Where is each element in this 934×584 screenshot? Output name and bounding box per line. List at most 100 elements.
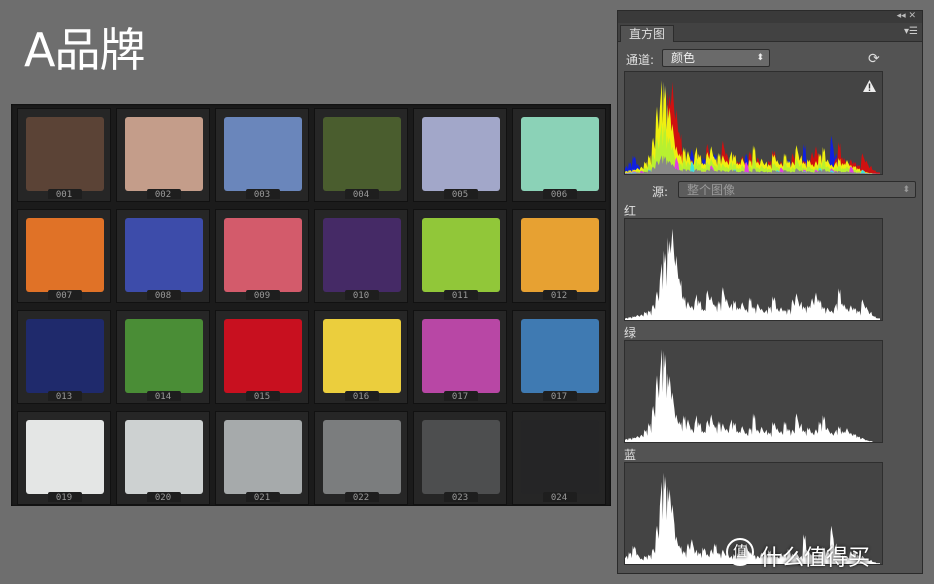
color-swatch — [323, 420, 401, 494]
brand-title: A品牌 — [24, 23, 145, 77]
color-patch-017: 017 — [512, 310, 606, 404]
color-swatch — [521, 218, 599, 292]
color-swatch — [125, 420, 203, 494]
color-patch-007: 007 — [17, 209, 111, 303]
panel-tab-bar: 直方图 ▾☰ — [618, 23, 922, 42]
color-checker-chart: 001 002 003 004 005 006 007 008 009 010 011 012 013 0… — [11, 104, 611, 506]
patch-number: 020 — [154, 493, 172, 503]
color-swatch — [26, 117, 104, 191]
source-select-value: 整个图像 — [687, 183, 736, 197]
color-patch-005: 005 — [413, 108, 507, 202]
color-patch-021: 021 — [215, 411, 309, 505]
color-patch-014: 014 — [116, 310, 210, 404]
green-histogram-graph — [625, 349, 880, 442]
green-histogram — [624, 340, 883, 443]
patch-number: 024 — [550, 493, 568, 503]
color-patch-017: 017 — [413, 310, 507, 404]
channel-select-value: 颜色 — [671, 51, 696, 65]
patch-number: 017 — [451, 392, 469, 402]
composite-histogram — [624, 71, 883, 175]
color-swatch — [521, 420, 599, 494]
patch-number: 021 — [253, 493, 271, 503]
patch-number: 016 — [352, 392, 370, 402]
red-histogram-graph — [625, 228, 880, 320]
watermark-logo-icon: 值 — [726, 538, 754, 566]
blue-channel-label: 蓝 — [624, 448, 637, 462]
channel-label: 通道: — [626, 53, 655, 67]
color-patch-019: 019 — [17, 411, 111, 505]
patch-number: 013 — [55, 392, 73, 402]
color-swatch — [323, 319, 401, 393]
patch-number: 012 — [550, 291, 568, 301]
color-swatch — [521, 319, 599, 393]
patch-number: 010 — [352, 291, 370, 301]
patch-number: 015 — [253, 392, 271, 402]
patch-number: 019 — [55, 493, 73, 503]
patch-number: 007 — [55, 291, 73, 301]
color-patch-002: 002 — [116, 108, 210, 202]
patch-number: 022 — [352, 493, 370, 503]
panel-menu-icon[interactable]: ▾☰ — [904, 26, 918, 37]
color-swatch — [224, 117, 302, 191]
color-swatch — [224, 319, 302, 393]
color-patch-013: 013 — [17, 310, 111, 404]
color-swatch — [224, 420, 302, 494]
patch-number: 004 — [352, 190, 370, 200]
channel-select[interactable]: 颜色 ⬍ — [662, 49, 770, 67]
color-swatch — [323, 218, 401, 292]
color-swatch — [125, 218, 203, 292]
color-swatch — [26, 319, 104, 393]
updown-arrow-icon: ⬍ — [756, 53, 764, 63]
red-channel-label: 红 — [624, 204, 637, 218]
color-swatch — [125, 117, 203, 191]
source-select[interactable]: 整个图像 ⬍ — [678, 181, 916, 198]
green-channel-label: 绿 — [624, 326, 637, 340]
color-swatch — [422, 218, 500, 292]
red-histogram — [624, 218, 883, 321]
color-patch-008: 008 — [116, 209, 210, 303]
color-patch-011: 011 — [413, 209, 507, 303]
color-swatch — [125, 319, 203, 393]
color-patch-009: 009 — [215, 209, 309, 303]
color-patch-015: 015 — [215, 310, 309, 404]
histogram-panel: ◂◂ ✕ 直方图 ▾☰ 通道: 颜色 ⬍ ⟳ 源: 整个图像 ⬍ 红 绿 蓝 — [617, 10, 923, 574]
patch-number: 011 — [451, 291, 469, 301]
color-patch-004: 004 — [314, 108, 408, 202]
color-patch-016: 016 — [314, 310, 408, 404]
color-swatch — [26, 218, 104, 292]
color-patch-023: 023 — [413, 411, 507, 505]
patch-number: 017 — [550, 392, 568, 402]
composite-histogram-graph — [625, 80, 880, 174]
color-patch-012: 012 — [512, 209, 606, 303]
patch-number: 023 — [451, 493, 469, 503]
color-swatch — [422, 420, 500, 494]
color-patch-001: 001 — [17, 108, 111, 202]
red-histogram-area — [625, 228, 880, 320]
tab-histogram[interactable]: 直方图 — [620, 25, 675, 42]
double-chevron-icon[interactable]: ◂◂ ✕ — [897, 11, 916, 21]
panel-title-strip: ◂◂ ✕ — [618, 11, 922, 23]
watermark: 值 什么值得买 — [726, 538, 871, 572]
color-swatch — [26, 420, 104, 494]
color-swatch — [323, 117, 401, 191]
patch-number: 003 — [253, 190, 271, 200]
patch-number: 009 — [253, 291, 271, 301]
warning-icon[interactable] — [863, 80, 876, 92]
color-patch-020: 020 — [116, 411, 210, 505]
patch-number: 014 — [154, 392, 172, 402]
color-swatch — [422, 117, 500, 191]
patch-number: 008 — [154, 291, 172, 301]
refresh-icon[interactable]: ⟳ — [868, 51, 880, 67]
patch-number: 001 — [55, 190, 73, 200]
watermark-text: 什么值得买 — [760, 546, 871, 571]
color-patch-022: 022 — [314, 411, 408, 505]
patch-number: 006 — [550, 190, 568, 200]
green-histogram-area — [625, 349, 880, 442]
patch-number: 005 — [451, 190, 469, 200]
patch-number: 002 — [154, 190, 172, 200]
color-patch-010: 010 — [314, 209, 408, 303]
source-label: 源: — [652, 185, 669, 199]
color-swatch — [521, 117, 599, 191]
updown-arrow-icon: ⬍ — [902, 185, 910, 195]
color-patch-006: 006 — [512, 108, 606, 202]
